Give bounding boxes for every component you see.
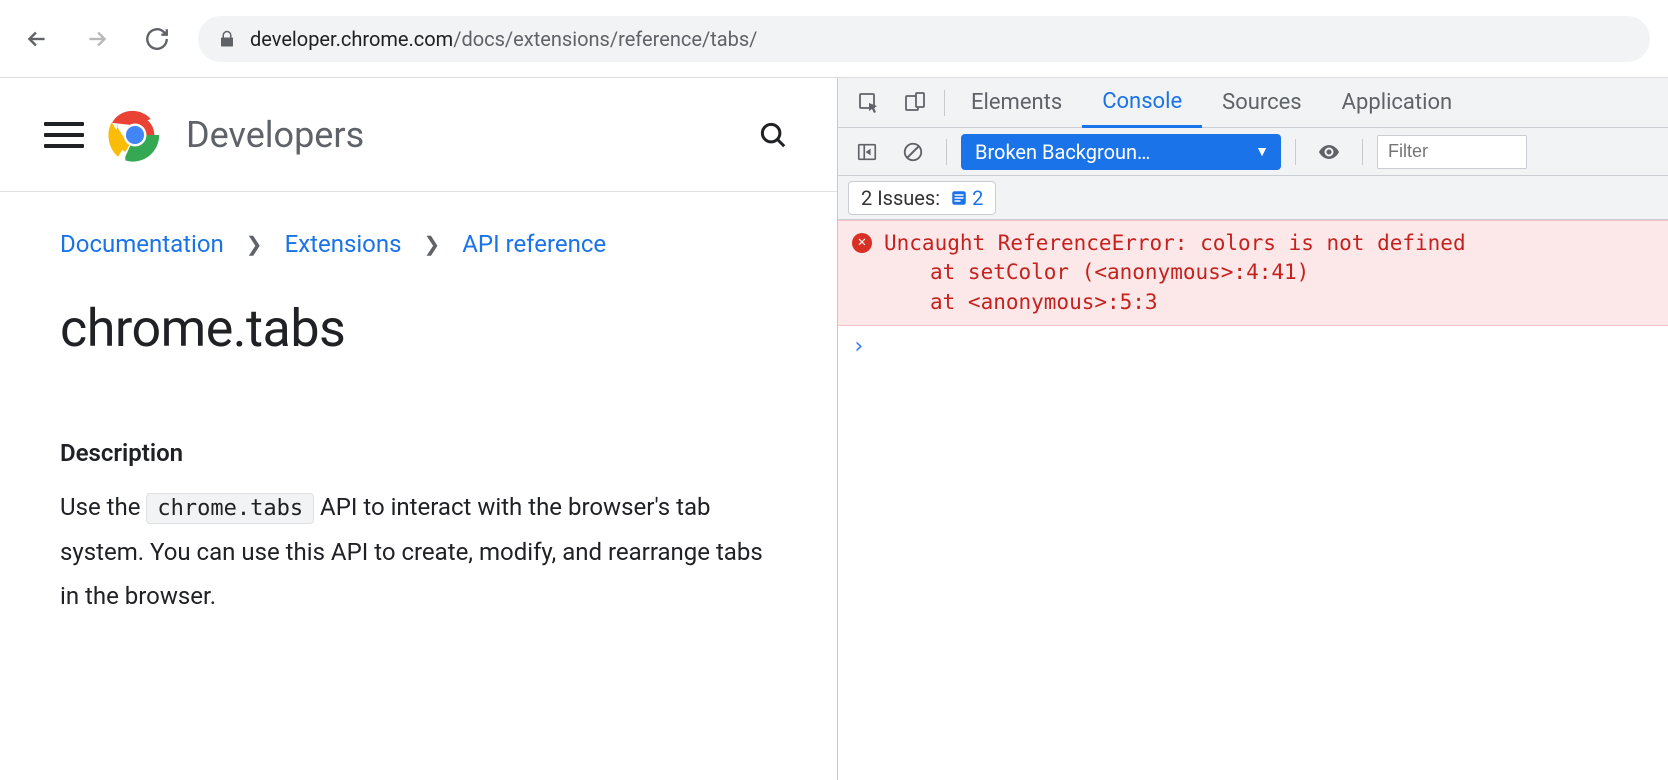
tab-sources[interactable]: Sources bbox=[1202, 78, 1322, 128]
prompt-caret-icon: › bbox=[852, 334, 865, 359]
chevron-right-icon: ❯ bbox=[246, 232, 263, 256]
issues-label: 2 Issues: bbox=[861, 186, 940, 210]
url-text: developer.chrome.com/docs/extensions/ref… bbox=[250, 27, 757, 51]
page-title: chrome.tabs bbox=[60, 298, 787, 359]
divider bbox=[944, 90, 945, 116]
error-line: at <anonymous>:5:3 bbox=[884, 288, 1466, 317]
error-icon: ✕ bbox=[852, 233, 872, 253]
issue-badge: 2 bbox=[950, 186, 983, 210]
inline-code: chrome.tabs bbox=[146, 493, 314, 524]
chevron-right-icon: ❯ bbox=[424, 232, 441, 256]
inspect-element-button[interactable] bbox=[846, 78, 892, 128]
divider bbox=[1362, 139, 1363, 165]
lock-icon bbox=[218, 29, 236, 49]
error-line: Uncaught ReferenceError: colors is not d… bbox=[884, 231, 1466, 255]
issues-pill[interactable]: 2 Issues: 2 bbox=[848, 181, 996, 215]
dropdown-triangle-icon: ▼ bbox=[1255, 143, 1269, 160]
site-header: Developers bbox=[0, 78, 837, 192]
tab-console[interactable]: Console bbox=[1082, 78, 1202, 128]
tab-elements[interactable]: Elements bbox=[951, 78, 1082, 128]
reload-button[interactable] bbox=[138, 20, 176, 58]
filter-input[interactable] bbox=[1377, 135, 1527, 169]
breadcrumb-link[interactable]: Documentation bbox=[60, 230, 224, 258]
breadcrumb-link[interactable]: API reference bbox=[462, 230, 606, 258]
clear-console-button[interactable] bbox=[894, 133, 932, 171]
browser-toolbar: developer.chrome.com/docs/extensions/ref… bbox=[0, 0, 1668, 78]
divider bbox=[946, 139, 947, 165]
console-error-message[interactable]: ✕ Uncaught ReferenceError: colors is not… bbox=[838, 220, 1668, 326]
context-selector-label: Broken Backgroun… bbox=[975, 140, 1150, 164]
description-text: Use the chrome.tabs API to interact with… bbox=[60, 485, 787, 618]
back-button[interactable] bbox=[18, 20, 56, 58]
live-expression-button[interactable] bbox=[1310, 133, 1348, 171]
devtools-tabbar: Elements Console Sources Application bbox=[838, 78, 1668, 128]
site-title: Developers bbox=[186, 114, 364, 156]
error-line: at setColor (<anonymous>:4:41) bbox=[884, 258, 1466, 287]
description-pre: Use the bbox=[60, 493, 146, 521]
description-label: Description bbox=[60, 439, 787, 467]
tab-application[interactable]: Application bbox=[1322, 78, 1472, 128]
page-body: Documentation ❯ Extensions ❯ API referen… bbox=[0, 192, 837, 618]
context-selector[interactable]: Broken Backgroun… ▼ bbox=[961, 134, 1281, 170]
forward-button[interactable] bbox=[78, 20, 116, 58]
search-button[interactable] bbox=[753, 115, 793, 155]
page-content-pane: Developers Documentation ❯ Extensions ❯ … bbox=[0, 78, 838, 780]
menu-button[interactable] bbox=[44, 115, 84, 155]
issues-count: 2 bbox=[972, 186, 983, 210]
address-bar[interactable]: developer.chrome.com/docs/extensions/ref… bbox=[198, 16, 1650, 62]
error-text: Uncaught ReferenceError: colors is not d… bbox=[884, 229, 1466, 317]
url-path: /docs/extensions/reference/tabs/ bbox=[453, 27, 757, 51]
console-toolbar: Broken Backgroun… ▼ bbox=[838, 128, 1668, 176]
breadcrumb: Documentation ❯ Extensions ❯ API referen… bbox=[60, 230, 787, 258]
breadcrumb-link[interactable]: Extensions bbox=[285, 230, 402, 258]
devtools-pane: Elements Console Sources Application Bro… bbox=[838, 78, 1668, 780]
device-toolbar-button[interactable] bbox=[892, 78, 938, 128]
console-output: ✕ Uncaught ReferenceError: colors is not… bbox=[838, 220, 1668, 780]
chrome-logo-icon bbox=[106, 106, 164, 164]
url-host: developer.chrome.com bbox=[250, 27, 453, 51]
console-sidebar-toggle[interactable] bbox=[848, 133, 886, 171]
console-prompt[interactable]: › bbox=[838, 326, 1668, 367]
issues-bar: 2 Issues: 2 bbox=[838, 176, 1668, 220]
divider bbox=[1295, 139, 1296, 165]
